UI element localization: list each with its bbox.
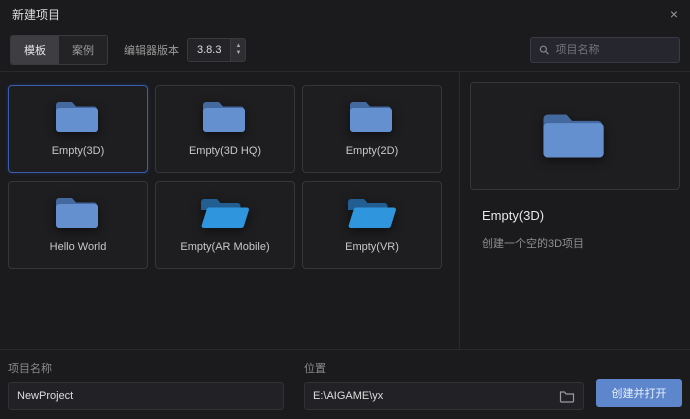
version-value: 3.8.3 <box>197 43 222 56</box>
main-area: Empty(3D) Empty(3D HQ) Empty(2D) Hello W… <box>0 72 690 349</box>
location-field: 位置 <box>304 360 584 410</box>
close-icon[interactable]: × <box>670 7 678 21</box>
tab-templates[interactable]: 模板 <box>11 35 59 64</box>
toolbar: 模板 案例 编辑器版本 3.8.3 ▲ ▼ <box>0 28 690 72</box>
detail-title: Empty(3D) <box>482 208 545 223</box>
titlebar: 新建项目 × <box>0 0 690 28</box>
folder-open-icon <box>201 199 249 229</box>
search-box[interactable] <box>530 36 680 63</box>
template-card-empty-3d[interactable]: Empty(3D) <box>8 85 148 173</box>
folder-icon <box>350 102 392 132</box>
dialog-title: 新建项目 <box>12 7 61 22</box>
location-input-box <box>304 382 584 410</box>
project-name-field: 项目名称 <box>8 360 284 410</box>
template-label: Empty(3D) <box>51 145 105 157</box>
folder-icon <box>56 102 98 132</box>
detail-preview-card <box>470 82 680 190</box>
template-grid: Empty(3D) Empty(3D HQ) Empty(2D) Hello W… <box>8 85 451 269</box>
template-card-empty-vr[interactable]: Empty(VR) <box>302 181 442 269</box>
tab-group: 模板 案例 <box>10 34 108 65</box>
tab-examples[interactable]: 案例 <box>59 35 107 64</box>
template-label: Empty(AR Mobile) <box>180 241 270 253</box>
create-and-open-button[interactable]: 创建并打开 <box>596 379 682 407</box>
folder-icon <box>56 198 98 228</box>
folder-open-icon <box>348 199 396 229</box>
version-dropdown[interactable]: 3.8.3 ▲ ▼ <box>187 37 247 62</box>
template-label: Empty(VR) <box>345 241 399 253</box>
detail-description: 创建一个空的3D项目 <box>482 238 585 250</box>
template-card-hello-world[interactable]: Hello World <box>8 181 148 269</box>
search-input[interactable] <box>555 43 671 56</box>
editor-version-label: 编辑器版本 <box>124 44 179 57</box>
stepper-up-icon[interactable]: ▲ <box>235 43 241 50</box>
version-stepper[interactable]: ▲ ▼ <box>230 38 246 61</box>
template-label: Empty(3D HQ) <box>188 145 262 157</box>
template-card-empty-3d-hq[interactable]: Empty(3D HQ) <box>155 85 295 173</box>
browse-folder-icon[interactable] <box>559 390 575 403</box>
location-label: 位置 <box>304 363 326 375</box>
template-label: Hello World <box>49 241 107 253</box>
folder-icon <box>203 102 245 132</box>
template-grid-pane: Empty(3D) Empty(3D HQ) Empty(2D) Hello W… <box>0 72 460 349</box>
template-card-empty-2d[interactable]: Empty(2D) <box>302 85 442 173</box>
project-name-input-box <box>8 382 284 410</box>
template-card-empty-ar-mobile[interactable]: Empty(AR Mobile) <box>155 181 295 269</box>
location-input[interactable] <box>313 390 553 402</box>
template-label: Empty(2D) <box>345 145 399 157</box>
footer: 项目名称 位置 创建并打开 <box>0 349 690 419</box>
project-name-label: 项目名称 <box>8 363 52 375</box>
search-icon <box>539 45 549 55</box>
folder-icon <box>543 114 604 158</box>
stepper-down-icon[interactable]: ▼ <box>235 50 241 57</box>
project-name-input[interactable] <box>17 390 275 402</box>
template-detail-pane: Empty(3D) 创建一个空的3D项目 <box>460 72 690 349</box>
